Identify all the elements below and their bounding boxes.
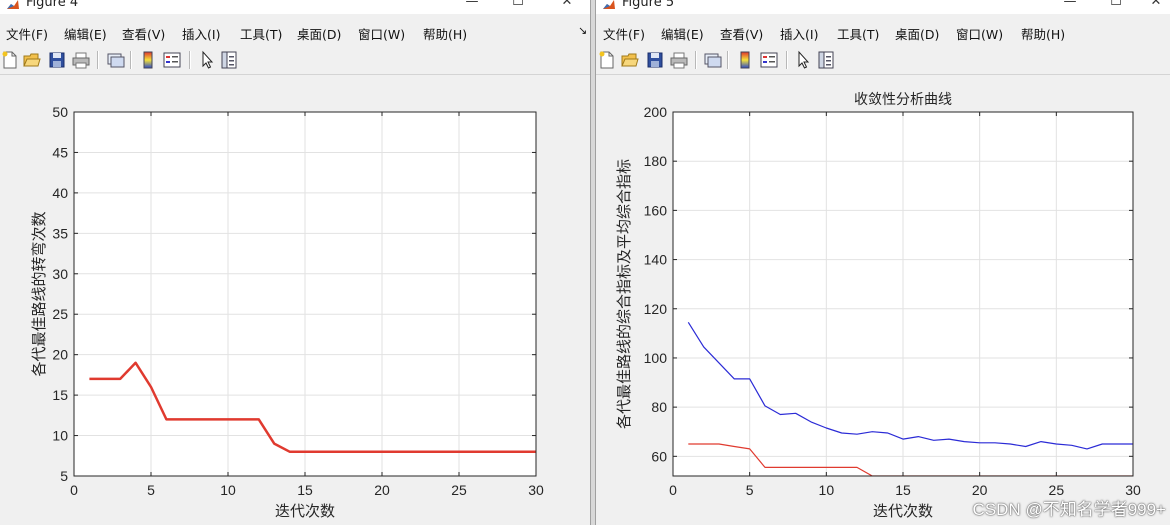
x-tick-label: 15: [895, 482, 911, 498]
menu-window[interactable]: 窗口(W): [358, 24, 405, 43]
window-title: Figure 5: [622, 0, 675, 10]
y-tick-label: 180: [644, 153, 668, 169]
maximize-button[interactable]: ☐: [1106, 0, 1126, 10]
menu-desktop[interactable]: 桌面(D): [297, 24, 341, 43]
legend-icon[interactable]: [162, 50, 182, 70]
colorbar-icon[interactable]: [735, 50, 755, 70]
link-plot-icon[interactable]: [702, 50, 722, 70]
y-tick-label: 40: [52, 185, 68, 201]
edit-plot-arrow-icon[interactable]: [793, 50, 813, 70]
y-tick-label: 10: [52, 428, 68, 444]
y-tick-label: 80: [651, 399, 667, 415]
y-tick-label: 5: [60, 468, 68, 484]
menu-insert[interactable]: 插入(I): [780, 24, 818, 43]
y-tick-label: 120: [644, 301, 668, 317]
menu-edit[interactable]: 编辑(E): [661, 24, 704, 43]
colorbar-icon[interactable]: [138, 50, 158, 70]
new-figure-icon[interactable]: [597, 50, 617, 70]
save-icon[interactable]: [645, 50, 665, 70]
open-file-icon[interactable]: [620, 50, 640, 70]
minimize-button[interactable]: —: [462, 0, 482, 10]
menu-tools[interactable]: 工具(T): [837, 24, 879, 43]
toolbar-separator: [130, 51, 132, 69]
menubar: 文件(F) 编辑(E) 查看(V) 插入(I) 工具(T) 桌面(D) 窗口(W…: [0, 20, 590, 44]
x-tick-label: 20: [374, 482, 390, 498]
menu-view[interactable]: 查看(V): [122, 24, 165, 43]
x-tick-label: 5: [746, 482, 754, 498]
toolbar-separator: [97, 51, 99, 69]
x-axis-label: 迭代次数: [275, 502, 335, 520]
print-icon[interactable]: [71, 50, 91, 70]
chart-title: 收敛性分析曲线: [854, 92, 952, 108]
menu-tools[interactable]: 工具(T): [240, 24, 282, 43]
csdn-watermark: CSDN @不知名学者999+: [972, 500, 1166, 519]
menu-window[interactable]: 窗口(W): [956, 24, 1003, 43]
maximize-button[interactable]: ☐: [508, 0, 528, 10]
property-inspector-icon[interactable]: [219, 50, 239, 70]
y-tick-label: 60: [651, 448, 667, 464]
x-tick-label: 10: [220, 482, 236, 498]
toolbar: [596, 47, 1170, 75]
figure5-window: Figure 5 — ☐ ✕ 文件(F) 编辑(E) 查看(V) 插入(I) 工…: [596, 0, 1170, 525]
y-tick-label: 200: [644, 104, 668, 120]
menu-edit[interactable]: 编辑(E): [64, 24, 107, 43]
print-icon[interactable]: [669, 50, 689, 70]
y-axis-label: 各代最佳路线的转弯次数: [30, 211, 48, 376]
menu-file[interactable]: 文件(F): [6, 24, 48, 43]
open-file-icon[interactable]: [22, 50, 42, 70]
y-tick-label: 45: [52, 144, 68, 160]
x-tick-label: 10: [819, 482, 835, 498]
close-button[interactable]: ✕: [557, 0, 577, 10]
x-tick-label: 25: [451, 482, 467, 498]
y-tick-label: 20: [52, 347, 68, 363]
y-tick-label: 50: [52, 104, 68, 120]
y-tick-label: 25: [52, 306, 68, 322]
menu-view[interactable]: 查看(V): [720, 24, 763, 43]
y-tick-label: 30: [52, 266, 68, 282]
toolbar-separator: [695, 51, 697, 69]
y-tick-label: 140: [644, 252, 668, 268]
y-tick-label: 15: [52, 387, 68, 403]
menu-help[interactable]: 帮助(H): [1021, 24, 1065, 43]
link-plot-icon[interactable]: [105, 50, 125, 70]
y-tick-label: 35: [52, 225, 68, 241]
figure4-window: Figure 4 — ☐ ✕ 文件(F) 编辑(E) 查看(V) 插入(I) 工…: [0, 0, 590, 525]
edit-plot-arrow-icon[interactable]: [197, 50, 217, 70]
x-tick-label: 30: [528, 482, 544, 498]
close-button[interactable]: ✕: [1146, 0, 1166, 10]
toolbar-separator: [189, 51, 191, 69]
x-axis-label: 迭代次数: [873, 502, 933, 520]
x-tick-label: 0: [70, 482, 78, 498]
toolbar-separator: [727, 51, 729, 69]
menu-insert[interactable]: 插入(I): [182, 24, 220, 43]
legend-icon[interactable]: [759, 50, 779, 70]
titlebar: Figure 4 — ☐ ✕: [0, 0, 590, 14]
minimize-button[interactable]: —: [1060, 0, 1080, 10]
menu-desktop[interactable]: 桌面(D): [895, 24, 939, 43]
x-tick-label: 0: [669, 482, 677, 498]
window-title: Figure 4: [26, 0, 79, 10]
toolbar-separator: [786, 51, 788, 69]
menu-file[interactable]: 文件(F): [603, 24, 645, 43]
menubar: 文件(F) 编辑(E) 查看(V) 插入(I) 工具(T) 桌面(D) 窗口(W…: [596, 20, 1170, 44]
matlab-logo-icon: [603, 0, 615, 9]
y-tick-label: 100: [644, 350, 668, 366]
toolbar: [0, 47, 590, 75]
new-figure-icon[interactable]: [0, 50, 20, 70]
dock-arrow-icon[interactable]: ↘: [578, 24, 587, 37]
y-tick-label: 160: [644, 202, 668, 218]
titlebar: Figure 5 — ☐ ✕: [596, 0, 1170, 14]
x-tick-label: 15: [297, 482, 313, 498]
matlab-logo-icon: [7, 0, 19, 9]
turns-chart[interactable]: 0 5 10 15 20 25 305101520253035404550迭代次数各代最佳路…: [0, 76, 590, 525]
x-tick-label: 5: [147, 482, 155, 498]
save-icon[interactable]: [47, 50, 67, 70]
menu-help[interactable]: 帮助(H): [423, 24, 467, 43]
property-inspector-icon[interactable]: [816, 50, 836, 70]
y-axis-label: 各代最佳路线的综合指标及平均综合指标: [615, 159, 633, 429]
convergence-chart[interactable]: 0 5 10 15 20 25 306080100120140160180200收敛性分析曲…: [596, 76, 1170, 525]
